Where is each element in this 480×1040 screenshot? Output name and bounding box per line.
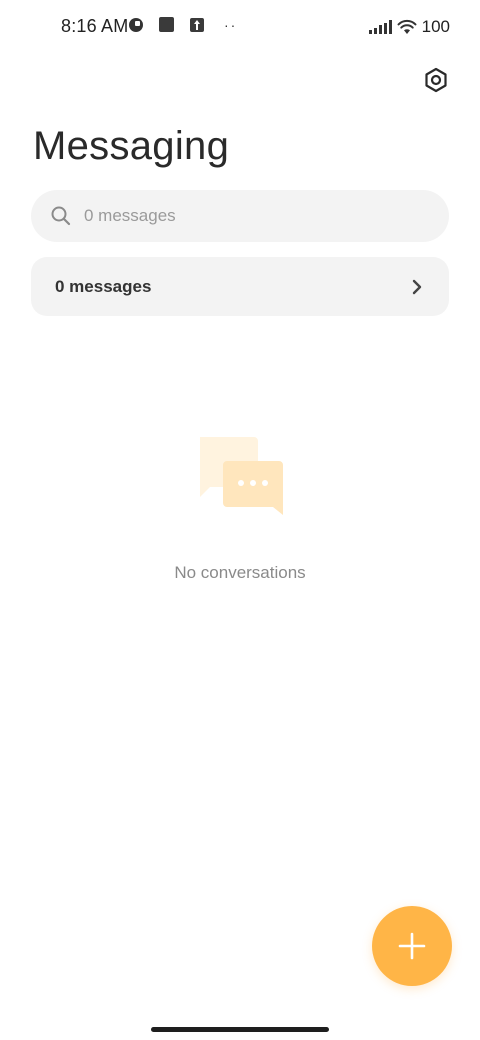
status-system-icons: 100 xyxy=(368,17,450,37)
status-notification-icons: ·· xyxy=(129,17,237,32)
search-input[interactable]: 0 messages xyxy=(31,190,449,242)
gear-icon xyxy=(425,67,447,93)
data-saver-icon xyxy=(129,17,143,32)
empty-state-text: No conversations xyxy=(174,563,306,582)
status-time: 8:16 AM xyxy=(61,16,129,36)
notification-square-icon xyxy=(159,17,174,32)
battery-level: 100 xyxy=(421,17,450,36)
plus-icon xyxy=(398,932,426,960)
search-icon xyxy=(51,206,71,226)
signal-icon xyxy=(368,20,392,34)
chevron-right-icon xyxy=(412,279,422,294)
chat-bubbles-icon xyxy=(200,437,283,515)
more-notifications-icon: ·· xyxy=(224,16,238,33)
wifi-icon xyxy=(397,19,417,34)
messages-folder-row[interactable]: 0 messages xyxy=(31,257,449,316)
new-conversation-button[interactable] xyxy=(372,906,452,986)
home-indicator[interactable] xyxy=(151,1027,329,1032)
messages-row-label: 0 messages xyxy=(55,276,152,296)
status-bar: 8:16 AM ·· 100 xyxy=(0,0,480,56)
settings-button[interactable] xyxy=(422,66,450,94)
search-placeholder: 0 messages xyxy=(84,206,176,225)
page-title: Messaging xyxy=(33,124,230,168)
upload-icon xyxy=(190,17,204,32)
